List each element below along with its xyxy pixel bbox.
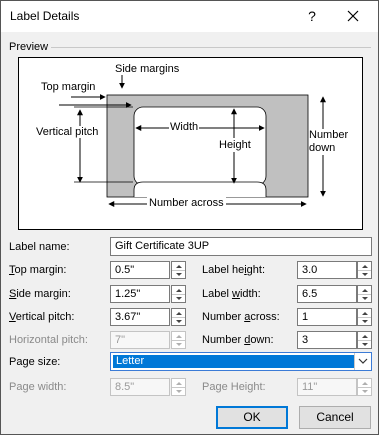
spin-down-icon[interactable] [358, 317, 371, 325]
preview-separator [51, 47, 371, 48]
page-size-select[interactable]: Letter [110, 352, 372, 371]
label-height-spinner[interactable] [357, 261, 372, 279]
spin-down-icon [172, 387, 185, 395]
number-down-label: Number down: [202, 334, 274, 346]
page-size-dropdown-button[interactable] [354, 353, 371, 370]
spin-down-icon[interactable] [172, 270, 185, 278]
close-button[interactable] [343, 6, 363, 26]
vertical-pitch-input[interactable]: 3.67" [110, 308, 170, 326]
number-down-input[interactable]: 3 [297, 331, 357, 349]
label-shape-next [133, 181, 267, 197]
label-width-label: Label width: [202, 288, 261, 300]
page-width-spinner [171, 378, 186, 396]
chevron-down-icon [358, 358, 368, 364]
preview-diagram: Side margins Top margin Width Vertical p… [18, 57, 363, 230]
vertical-pitch-label: Vertical pitch: [9, 311, 75, 323]
spin-down-icon [358, 387, 371, 395]
top-margin-label: Top margin: [9, 264, 67, 276]
label-height-input[interactable]: 3.0 [297, 261, 357, 279]
number-across-caption: Number across [147, 197, 226, 209]
spin-down-icon[interactable] [358, 270, 371, 278]
cancel-button[interactable]: Cancel [299, 406, 371, 429]
label-height-label: Label height: [202, 264, 266, 276]
width-caption: Width [169, 121, 200, 133]
spin-down-icon [172, 340, 185, 348]
top-margin-spinner[interactable] [171, 261, 186, 279]
label-width-spinner[interactable] [357, 285, 372, 303]
label-name-input[interactable]: Gift Certificate 3UP [110, 237, 372, 256]
number-across-spinner[interactable] [357, 308, 372, 326]
ok-button[interactable]: OK [216, 406, 288, 429]
page-height-input: 11" [297, 378, 357, 396]
page-size-value: Letter [113, 355, 354, 368]
close-icon [347, 10, 359, 22]
title-bar: Label Details ? [1, 1, 378, 32]
page-height-label: Page Height: [202, 381, 266, 393]
label-details-dialog: Label Details ? Preview Side margins Top… [0, 0, 379, 435]
number-across-input[interactable]: 1 [297, 308, 357, 326]
horizontal-pitch-input: 7" [110, 331, 170, 349]
top-margin-caption: Top margin [41, 81, 96, 93]
side-margin-input[interactable]: 1.25" [110, 285, 170, 303]
dialog-title: Label Details [10, 9, 80, 23]
number-across-label: Number across: [202, 311, 280, 323]
page-width-label: Page width: [9, 381, 67, 393]
horizontal-pitch-label: Horizontal pitch: [9, 334, 88, 346]
side-margin-spinner[interactable] [171, 285, 186, 303]
page-height-spinner [357, 378, 372, 396]
spin-down-icon[interactable] [172, 294, 185, 302]
spin-down-icon[interactable] [172, 317, 185, 325]
help-button[interactable]: ? [303, 6, 321, 26]
page-width-input: 8.5" [110, 378, 170, 396]
vertical-pitch-caption: Vertical pitch [36, 126, 99, 138]
side-margins-caption: Side margins [115, 63, 180, 75]
label-width-input[interactable]: 6.5 [297, 285, 357, 303]
side-margin-label: Side margin: [9, 288, 71, 300]
height-caption: Height [218, 138, 252, 152]
preview-section-label: Preview [9, 41, 49, 53]
page-size-label: Page size: [9, 356, 61, 368]
spin-down-icon[interactable] [358, 340, 371, 348]
vertical-pitch-spinner[interactable] [171, 308, 186, 326]
top-margin-input[interactable]: 0.5" [110, 261, 170, 279]
number-down-caption: Number down [309, 129, 349, 155]
horizontal-pitch-spinner [171, 331, 186, 349]
number-down-spinner[interactable] [357, 331, 372, 349]
label-name-label: Label name: [9, 241, 70, 253]
spin-down-icon[interactable] [358, 294, 371, 302]
